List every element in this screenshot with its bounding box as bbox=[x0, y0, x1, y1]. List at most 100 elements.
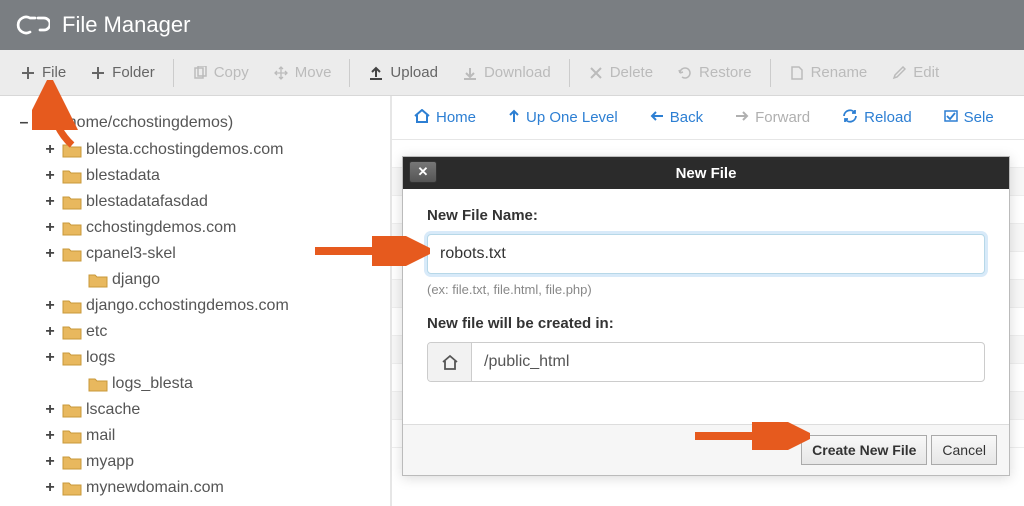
close-button[interactable]: ✕ bbox=[409, 161, 437, 183]
nav-reload-button[interactable]: Reload bbox=[828, 103, 926, 133]
new-folder-button[interactable]: Folder bbox=[78, 58, 167, 87]
tree-item[interactable]: + myapp bbox=[16, 449, 382, 475]
expand-icon[interactable]: + bbox=[42, 479, 58, 497]
path-input[interactable]: /public_html bbox=[472, 343, 984, 381]
tree-item[interactable]: + cchostingdemos.com bbox=[16, 215, 382, 241]
folder-tree: – (/home/cchostingdemos) + blesta.cchosti… bbox=[0, 96, 392, 506]
tree-item-label: django.cchostingdemos.com bbox=[86, 297, 289, 315]
separator bbox=[569, 59, 570, 87]
create-file-button[interactable]: Create New File bbox=[801, 435, 927, 465]
arrow-right-icon bbox=[735, 109, 749, 126]
folder-icon bbox=[62, 298, 82, 314]
tree-item-label: cchostingdemos.com bbox=[86, 219, 236, 237]
delete-label: Delete bbox=[610, 64, 653, 81]
file-icon bbox=[789, 65, 805, 81]
folder-icon bbox=[88, 272, 108, 288]
nav-up-label: Up One Level bbox=[526, 109, 618, 126]
download-label: Download bbox=[484, 64, 551, 81]
tree-item[interactable]: +logs bbox=[16, 345, 382, 371]
nav-forward-button[interactable]: Forward bbox=[721, 103, 824, 132]
copy-icon bbox=[192, 65, 208, 81]
filename-input[interactable] bbox=[427, 234, 985, 274]
expand-icon[interactable]: + bbox=[42, 141, 58, 159]
separator bbox=[349, 59, 350, 87]
rename-button[interactable]: Rename bbox=[777, 58, 880, 87]
tree-item-label: lscache bbox=[86, 401, 140, 419]
tree-item-label: cpanel3-skel bbox=[86, 245, 176, 263]
expand-icon[interactable]: + bbox=[42, 401, 58, 419]
new-file-dialog: ✕ New File New File Name: (ex: file.txt,… bbox=[402, 156, 1010, 476]
tree-item[interactable]: +django bbox=[16, 267, 382, 293]
expand-icon[interactable]: + bbox=[42, 349, 58, 367]
folder-icon bbox=[88, 376, 108, 392]
tree-item[interactable]: + mynewdomain.com bbox=[16, 475, 382, 501]
tree-item[interactable]: + cpanel3-skel bbox=[16, 241, 382, 267]
expand-icon[interactable]: + bbox=[42, 219, 58, 237]
restore-button[interactable]: Restore bbox=[665, 58, 764, 87]
folder-icon bbox=[62, 454, 82, 470]
download-button[interactable]: Download bbox=[450, 58, 563, 87]
collapse-icon[interactable]: – bbox=[16, 114, 32, 132]
restore-label: Restore bbox=[699, 64, 752, 81]
nav-select-button[interactable]: Sele bbox=[930, 103, 1008, 132]
move-button[interactable]: Move bbox=[261, 58, 344, 87]
new-file-button[interactable]: File bbox=[8, 58, 78, 87]
page-title: File Manager bbox=[62, 12, 190, 38]
edit-button[interactable]: Edit bbox=[879, 58, 951, 87]
new-folder-label: Folder bbox=[112, 64, 155, 81]
close-icon: ✕ bbox=[418, 164, 429, 180]
nav-up-button[interactable]: Up One Level bbox=[494, 103, 632, 133]
expand-icon[interactable]: + bbox=[42, 297, 58, 315]
folder-icon bbox=[62, 324, 82, 340]
dialog-titlebar: ✕ New File bbox=[403, 157, 1009, 189]
tree-item-label: mynewdomain.com bbox=[86, 479, 224, 497]
tree-root[interactable]: – (/home/cchostingdemos) bbox=[16, 108, 382, 137]
move-icon bbox=[273, 65, 289, 81]
folder-icon bbox=[62, 402, 82, 418]
path-group: /public_html bbox=[427, 342, 985, 382]
nav-home-label: Home bbox=[436, 109, 476, 126]
expand-icon[interactable]: + bbox=[42, 453, 58, 471]
tree-item[interactable]: + django.cchostingdemos.com bbox=[16, 293, 382, 319]
tree-item[interactable]: + blestadatafasdad bbox=[16, 189, 382, 215]
tree-item[interactable]: + etc bbox=[16, 319, 382, 345]
nav-back-button[interactable]: Back bbox=[636, 103, 717, 132]
expand-icon[interactable]: + bbox=[42, 167, 58, 185]
nav-reload-label: Reload bbox=[864, 109, 912, 126]
tree-item[interactable]: + lscache bbox=[16, 397, 382, 423]
tree-item-label: blesta.cchostingdemos.com bbox=[86, 141, 283, 159]
arrow-up-icon bbox=[508, 109, 520, 127]
copy-button[interactable]: Copy bbox=[180, 58, 261, 87]
nav-forward-label: Forward bbox=[755, 109, 810, 126]
tree-item-label: myapp bbox=[86, 453, 134, 471]
folder-icon bbox=[62, 168, 82, 184]
tree-item-label: blestadatafasdad bbox=[86, 193, 208, 211]
tree-item-label: logs_blesta bbox=[112, 375, 193, 393]
dialog-footer: Create New File Cancel bbox=[403, 424, 1009, 475]
reload-icon bbox=[842, 109, 858, 127]
tree-item[interactable]: +logs_blesta bbox=[16, 371, 382, 397]
separator bbox=[173, 59, 174, 87]
tree-root-label: (/home/cchostingdemos) bbox=[58, 114, 233, 132]
move-label: Move bbox=[295, 64, 332, 81]
expand-icon[interactable]: + bbox=[42, 323, 58, 341]
new-file-label: File bbox=[42, 64, 66, 81]
nav-home-button[interactable]: Home bbox=[400, 103, 490, 133]
restore-icon bbox=[677, 65, 693, 81]
tree-item-label: etc bbox=[86, 323, 107, 341]
delete-button[interactable]: Delete bbox=[576, 58, 665, 87]
tree-item[interactable]: + blestadata bbox=[16, 163, 382, 189]
cancel-button[interactable]: Cancel bbox=[931, 435, 997, 465]
tree-item[interactable]: + blesta.cchostingdemos.com bbox=[16, 137, 382, 163]
expand-icon[interactable]: + bbox=[42, 193, 58, 211]
plus-icon bbox=[20, 65, 36, 81]
tree-item[interactable]: + mail bbox=[16, 423, 382, 449]
path-label: New file will be created in: bbox=[427, 315, 985, 332]
expand-icon[interactable]: + bbox=[42, 427, 58, 445]
folder-icon bbox=[62, 220, 82, 236]
tree-item-label: mail bbox=[86, 427, 115, 445]
expand-icon[interactable]: + bbox=[42, 245, 58, 263]
upload-button[interactable]: Upload bbox=[356, 58, 450, 87]
arrow-left-icon bbox=[650, 109, 664, 126]
tree-item-label: blestadata bbox=[86, 167, 160, 185]
